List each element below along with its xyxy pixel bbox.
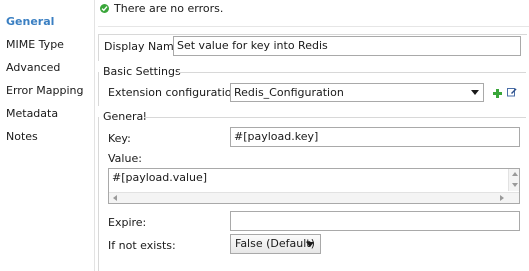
divider bbox=[98, 26, 529, 27]
extension-configuration-label: Extension configuration: bbox=[108, 86, 243, 99]
status-message: There are no errors. bbox=[114, 1, 224, 15]
chevron-down-icon bbox=[306, 242, 314, 247]
scroll-down-icon[interactable] bbox=[512, 183, 518, 187]
if-not-exists-label: If not exists: bbox=[108, 239, 176, 252]
basic-settings-left bbox=[98, 72, 99, 106]
add-icon[interactable] bbox=[493, 88, 503, 98]
display-name-box-top bbox=[98, 34, 527, 35]
expire-input[interactable] bbox=[230, 211, 520, 231]
value-label: Value: bbox=[108, 152, 142, 165]
value-textarea[interactable]: #[payload.value] bbox=[108, 168, 520, 204]
sidebar-item-mime-type[interactable]: MIME Type bbox=[6, 38, 64, 51]
properties-panel: There are no errors. Display Name: Set v… bbox=[95, 0, 529, 271]
edit-icon[interactable] bbox=[507, 87, 517, 97]
basic-settings-title: Basic Settings bbox=[103, 65, 181, 78]
chevron-down-icon bbox=[471, 90, 479, 95]
key-input[interactable]: #[payload.key] bbox=[230, 127, 520, 147]
scroll-right-icon[interactable] bbox=[500, 195, 504, 201]
basic-settings-rule bbox=[177, 72, 526, 73]
extension-configuration-select[interactable]: Redis_Configuration bbox=[230, 83, 484, 102]
display-name-box-left bbox=[98, 34, 99, 61]
check-circle-icon bbox=[100, 3, 109, 13]
if-not-exists-value: False (Default) bbox=[235, 237, 315, 250]
sidebar-item-general[interactable]: General bbox=[6, 15, 54, 28]
scroll-up-icon[interactable] bbox=[512, 172, 518, 176]
horizontal-scrollbar[interactable] bbox=[109, 192, 519, 203]
sidebar-item-error-mapping[interactable]: Error Mapping bbox=[6, 84, 84, 97]
general-section-left bbox=[98, 117, 99, 271]
display-name-input[interactable]: Set value for key into Redis bbox=[173, 36, 521, 56]
vertical-scrollbar[interactable] bbox=[508, 169, 519, 191]
key-label: Key: bbox=[108, 132, 131, 145]
sidebar-item-metadata[interactable]: Metadata bbox=[6, 107, 58, 120]
value-text: #[payload.value] bbox=[112, 171, 208, 184]
scroll-left-icon[interactable] bbox=[113, 195, 117, 201]
sidebar-item-advanced[interactable]: Advanced bbox=[6, 61, 60, 74]
expire-label: Expire: bbox=[108, 216, 147, 229]
status-bar: There are no errors. bbox=[100, 1, 223, 15]
extension-configuration-value: Redis_Configuration bbox=[234, 86, 344, 99]
if-not-exists-select[interactable]: False (Default) bbox=[230, 234, 321, 254]
sidebar-item-notes[interactable]: Notes bbox=[6, 130, 38, 143]
general-section-title: General bbox=[103, 110, 147, 123]
general-section-rule bbox=[144, 117, 526, 118]
sidebar: General MIME Type Advanced Error Mapping… bbox=[0, 0, 94, 271]
